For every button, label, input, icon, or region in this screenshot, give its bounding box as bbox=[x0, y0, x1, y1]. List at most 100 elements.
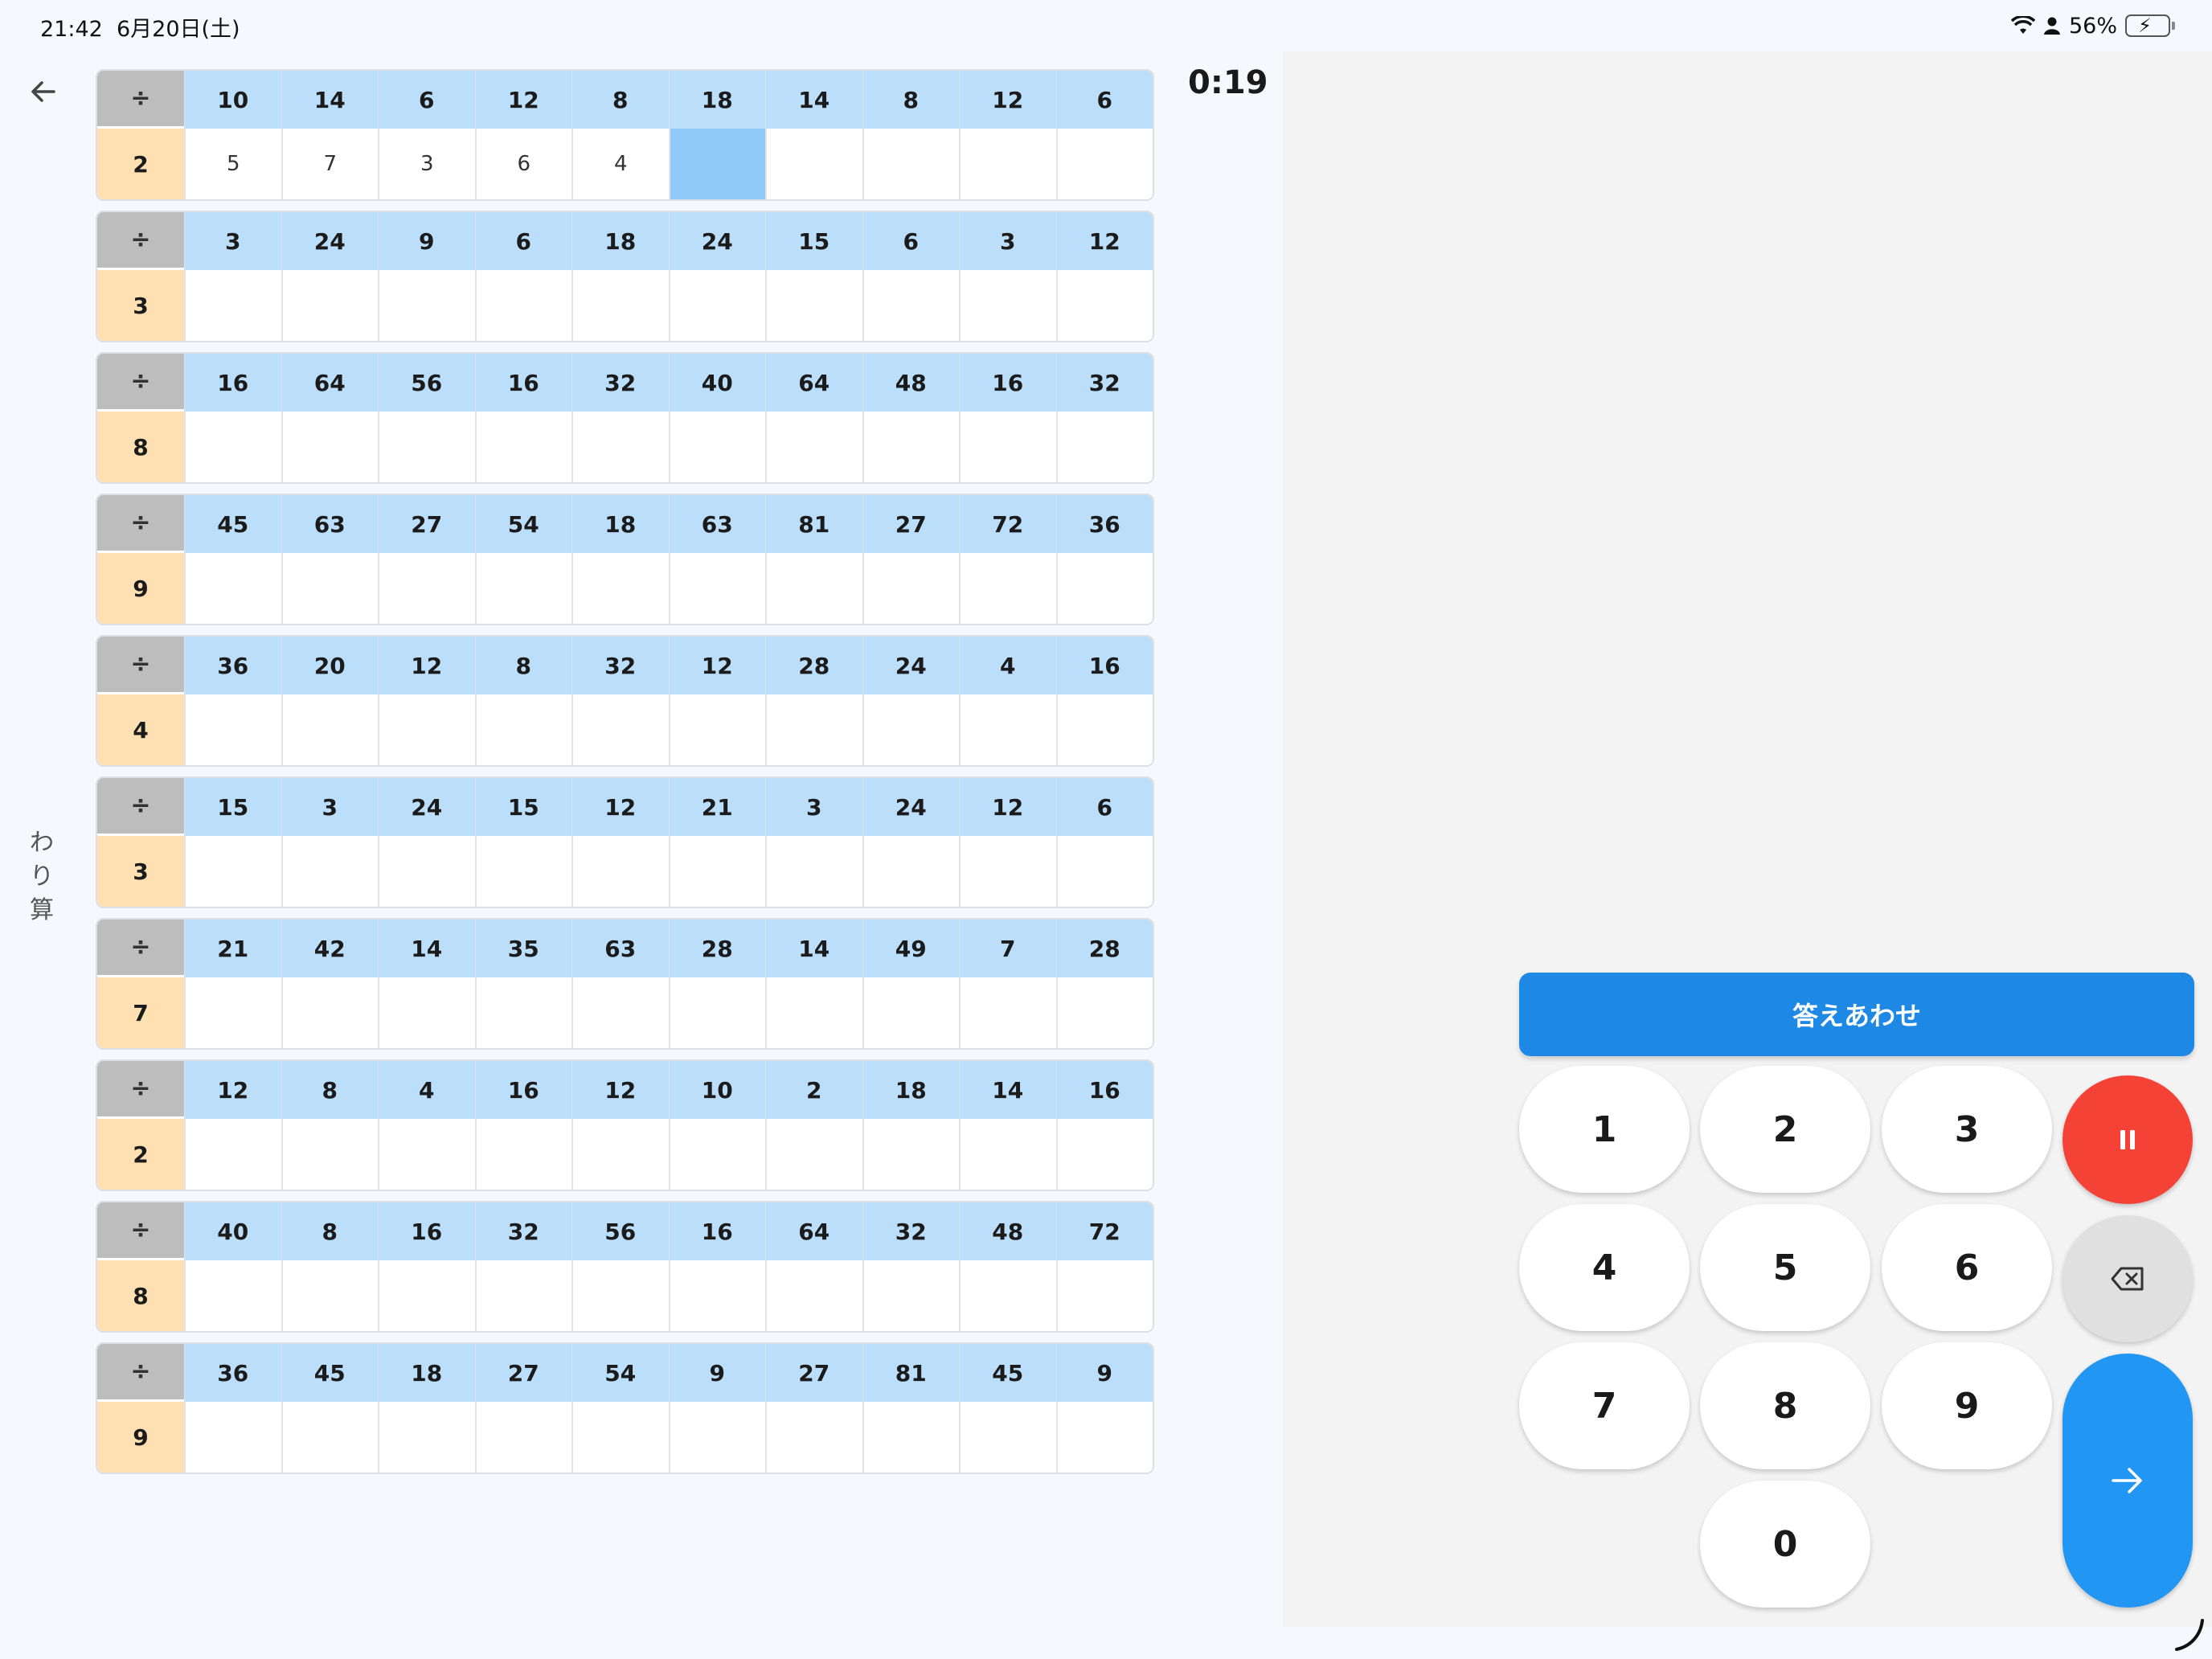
answer-cell[interactable] bbox=[571, 1119, 669, 1190]
answer-cell[interactable] bbox=[378, 836, 475, 907]
answer-cell[interactable] bbox=[1055, 412, 1153, 482]
answer-cell[interactable] bbox=[184, 1402, 281, 1473]
answer-cell[interactable] bbox=[1055, 694, 1153, 765]
answer-cell[interactable] bbox=[184, 553, 281, 624]
answer-cell[interactable] bbox=[959, 1119, 1056, 1190]
answer-cell[interactable] bbox=[1055, 270, 1153, 341]
answer-cell[interactable] bbox=[765, 129, 862, 199]
answer-cell[interactable] bbox=[474, 1119, 571, 1190]
answer-cell[interactable]: 7 bbox=[281, 129, 378, 199]
answer-cell[interactable] bbox=[474, 270, 571, 341]
answer-cell[interactable] bbox=[765, 1402, 862, 1473]
answer-cell[interactable] bbox=[281, 694, 378, 765]
answer-cell[interactable] bbox=[765, 836, 862, 907]
answer-cell[interactable] bbox=[378, 977, 475, 1048]
answer-cell[interactable]: 5 bbox=[184, 129, 281, 199]
answer-cell[interactable] bbox=[862, 129, 959, 199]
answer-cell[interactable] bbox=[862, 412, 959, 482]
answer-cell[interactable] bbox=[959, 836, 1056, 907]
answer-cell[interactable] bbox=[1055, 1260, 1153, 1331]
answer-cell[interactable] bbox=[378, 694, 475, 765]
answer-cell[interactable]: 4 bbox=[571, 129, 669, 199]
answer-cell[interactable] bbox=[668, 1119, 765, 1190]
answer-cell[interactable] bbox=[571, 694, 669, 765]
key-0[interactable]: 0 bbox=[1700, 1481, 1870, 1608]
answer-cell[interactable] bbox=[474, 1260, 571, 1331]
answer-cell[interactable] bbox=[862, 1119, 959, 1190]
answer-cell[interactable] bbox=[959, 1402, 1056, 1473]
back-button[interactable] bbox=[24, 72, 63, 111]
answer-cell[interactable] bbox=[668, 129, 765, 199]
answer-cell[interactable] bbox=[765, 694, 862, 765]
answer-cell[interactable] bbox=[959, 1260, 1056, 1331]
answer-cell[interactable] bbox=[765, 1119, 862, 1190]
pause-button[interactable] bbox=[2062, 1075, 2193, 1204]
answer-cell[interactable] bbox=[862, 1402, 959, 1473]
backspace-button[interactable] bbox=[2062, 1215, 2193, 1342]
check-answers-button[interactable]: 答えあわせ bbox=[1519, 973, 2194, 1056]
answer-cell[interactable] bbox=[668, 694, 765, 765]
answer-cell[interactable] bbox=[571, 836, 669, 907]
answer-cell[interactable] bbox=[862, 694, 959, 765]
answer-cell[interactable] bbox=[1055, 977, 1153, 1048]
answer-cell[interactable] bbox=[474, 412, 571, 482]
answer-cell[interactable] bbox=[765, 1260, 862, 1331]
answer-cell[interactable] bbox=[378, 1260, 475, 1331]
answer-cell[interactable] bbox=[281, 1402, 378, 1473]
answer-cell[interactable] bbox=[959, 129, 1056, 199]
answer-cell[interactable] bbox=[668, 1260, 765, 1331]
answer-cell[interactable] bbox=[281, 1260, 378, 1331]
key-8[interactable]: 8 bbox=[1700, 1342, 1870, 1469]
answer-cell[interactable] bbox=[1055, 553, 1153, 624]
answer-cell[interactable] bbox=[765, 977, 862, 1048]
answer-cell[interactable] bbox=[378, 553, 475, 624]
key-3[interactable]: 3 bbox=[1882, 1066, 2052, 1193]
answer-cell[interactable] bbox=[281, 270, 378, 341]
answer-cell[interactable] bbox=[668, 553, 765, 624]
answer-cell[interactable]: 3 bbox=[378, 129, 475, 199]
next-button[interactable] bbox=[2062, 1354, 2193, 1608]
answer-cell[interactable]: 6 bbox=[474, 129, 571, 199]
answer-cell[interactable] bbox=[474, 694, 571, 765]
answer-cell[interactable] bbox=[378, 412, 475, 482]
answer-cell[interactable] bbox=[571, 1402, 669, 1473]
answer-cell[interactable] bbox=[184, 977, 281, 1048]
key-7[interactable]: 7 bbox=[1519, 1342, 1690, 1469]
key-2[interactable]: 2 bbox=[1700, 1066, 1870, 1193]
key-1[interactable]: 1 bbox=[1519, 1066, 1690, 1193]
answer-cell[interactable] bbox=[474, 553, 571, 624]
answer-cell[interactable] bbox=[281, 553, 378, 624]
answer-cell[interactable] bbox=[959, 412, 1056, 482]
answer-cell[interactable] bbox=[668, 412, 765, 482]
key-4[interactable]: 4 bbox=[1519, 1204, 1690, 1331]
key-9[interactable]: 9 bbox=[1882, 1342, 2052, 1469]
answer-cell[interactable] bbox=[184, 270, 281, 341]
answer-cell[interactable] bbox=[474, 977, 571, 1048]
answer-cell[interactable] bbox=[184, 836, 281, 907]
answer-cell[interactable] bbox=[959, 553, 1056, 624]
answer-cell[interactable] bbox=[959, 977, 1056, 1048]
answer-cell[interactable] bbox=[378, 1402, 475, 1473]
answer-cell[interactable] bbox=[765, 270, 862, 341]
answer-cell[interactable] bbox=[571, 412, 669, 482]
answer-cell[interactable] bbox=[668, 836, 765, 907]
answer-cell[interactable] bbox=[862, 553, 959, 624]
answer-cell[interactable] bbox=[474, 836, 571, 907]
answer-cell[interactable] bbox=[1055, 129, 1153, 199]
answer-cell[interactable] bbox=[281, 1119, 378, 1190]
answer-cell[interactable] bbox=[668, 270, 765, 341]
answer-cell[interactable] bbox=[862, 270, 959, 341]
answer-cell[interactable] bbox=[184, 1119, 281, 1190]
answer-cell[interactable] bbox=[571, 270, 669, 341]
answer-cell[interactable] bbox=[281, 977, 378, 1048]
answer-cell[interactable] bbox=[281, 412, 378, 482]
answer-cell[interactable] bbox=[1055, 1119, 1153, 1190]
answer-cell[interactable] bbox=[1055, 1402, 1153, 1473]
key-5[interactable]: 5 bbox=[1700, 1204, 1870, 1331]
answer-cell[interactable] bbox=[571, 553, 669, 624]
answer-cell[interactable] bbox=[184, 1260, 281, 1331]
key-6[interactable]: 6 bbox=[1882, 1204, 2052, 1331]
answer-cell[interactable] bbox=[378, 270, 475, 341]
answer-cell[interactable] bbox=[959, 270, 1056, 341]
answer-cell[interactable] bbox=[862, 1260, 959, 1331]
